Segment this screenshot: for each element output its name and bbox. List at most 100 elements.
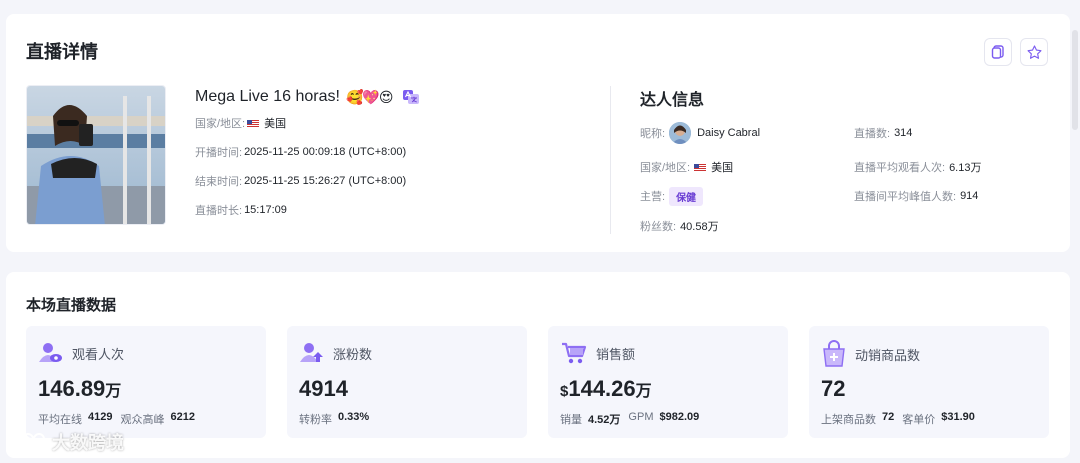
conversion-rate-label: 转粉率 [299,414,332,426]
avg-viewers-value: 6.13万 [949,162,982,174]
avatar-image [669,122,692,144]
stat-card-views: 观看人次 146.89万 平均在线 4129 观众高峰 6212 [26,326,266,438]
creator-region-text: 美国 [711,162,734,174]
avg-viewers-row: 直播平均观看人次: 6.13万 [854,154,981,180]
section-title-live-stats: 本场直播数据 [26,297,117,314]
units-sold-label: 销量 [560,414,582,426]
start-time-row: 开播时间: 2025-11-25 00:09:18 (UTC+8:00) [195,137,595,166]
stat-value-views: 146.89万 [38,376,121,402]
start-time-label: 开播时间: [195,146,243,159]
creator-followers-row: 粉丝数: 40.58万 [640,213,719,239]
shopping-bag-icon [823,340,845,367]
stat-sub-sales: 销量 4.52万 GPM $982.09 [560,411,701,427]
lives-value: 314 [894,127,913,139]
lives-label: 直播数: [854,128,891,140]
live-info: Mega Live 16 horas! 🥰💖😍 国家/地区: 美国 开播时间: … [195,86,595,224]
watermark-logo-icon [9,433,45,450]
stat-label-products: 动销商品数 [855,347,921,363]
sales-number: 144.26 [568,376,636,401]
live-cover-image[interactable] [26,85,166,225]
watermark: 大数跨境 [8,429,124,455]
end-time-value: 2025-11-25 15:26:27 (UTC+8:00) [244,174,407,187]
peak-audience-value: 6212 [170,411,195,423]
peak-audience-label: 观众高峰 [120,414,165,426]
live-stats-card: 本场直播数据 观看人次 146.89万 平均在线 4129 观众高峰 6212 [6,272,1070,458]
gpm-value: $982.09 [659,411,700,423]
live-title: Mega Live 16 horas! 🥰💖😍 [195,86,595,108]
start-time-value: 2025-11-25 00:09:18 (UTC+8:00) [244,145,407,158]
stat-head-followers: 涨粉数 [299,340,372,366]
duration-row: 直播时长: 15:17:09 [195,195,595,224]
follower-gain-icon [300,343,323,362]
creator-region-value: 美国 [694,159,733,175]
creator-avatar[interactable] [669,122,692,144]
viewers-icon [39,343,62,362]
region-label: 国家/地区: [195,117,246,130]
listed-products-label: 上架商品数 [821,414,876,426]
category-tag: 保健 [669,186,704,206]
stat-value-sales: $144.26万 [560,376,652,402]
copy-button[interactable] [984,38,1012,66]
live-title-emojis: 🥰💖😍 [345,88,393,105]
top-actions [984,38,1048,66]
avg-peak-row: 直播间平均峰值人数: 914 [854,183,978,209]
duration-value: 15:17:09 [244,203,287,216]
stat-card-sales: 销售额 $144.26万 销量 4.52万 GPM $982.09 [548,326,788,438]
stat-head-views: 观看人次 [38,340,124,366]
stat-head-sales: 销售额 [560,340,635,366]
stat-label-followers: 涨粉数 [333,346,373,362]
stat-card-followers: 涨粉数 4914 转粉率 0.33% [287,326,527,438]
avg-peak-label: 直播间平均峰值人数: [854,191,957,203]
conversion-rate-value: 0.33% [338,411,370,423]
stat-head-products: 动销商品数 [821,340,920,368]
views-number: 146.89 [38,376,106,401]
stat-sub-products: 上架商品数 72 客单价 $31.90 [821,411,977,427]
duration-label: 直播时长: [195,204,243,217]
region-row: 国家/地区: 美国 [195,108,595,137]
translate-icon [403,90,420,104]
lives-count-row: 直播数: 314 [854,120,912,146]
cover-photo [27,86,165,224]
avg-online-value: 4129 [88,411,113,423]
avg-viewers-label: 直播平均观看人次: [854,162,946,174]
region-value: 美国 [247,115,286,131]
creator-nickname-row: 昵称: Daisy Cabral [640,120,760,146]
listed-products-value: 72 [882,411,895,423]
stat-label-views: 观看人次 [72,346,125,362]
views-unit: 万 [105,383,122,400]
stat-value-followers: 4914 [299,376,348,401]
page-scrollbar[interactable] [1072,30,1078,130]
stat-label-sales: 销售额 [596,346,636,362]
gpm-label: GPM [628,411,654,423]
avg-peak-value: 914 [960,190,979,202]
nickname-label: 昵称: [640,128,666,140]
stat-card-products: 动销商品数 72 上架商品数 72 客单价 $31.90 [809,326,1049,438]
creator-info-title: 达人信息 [640,92,705,109]
watermark-text: 大数跨境 [52,433,124,453]
avg-order-label: 客单价 [902,414,936,426]
creator-region-row: 国家/地区: 美国 [640,154,733,180]
stat-sub-followers: 转粉率 0.33% [299,411,371,427]
creator-nickname[interactable]: Daisy Cabral [697,127,760,139]
category-label: 主营: [640,191,666,203]
region-text: 美国 [264,117,287,130]
end-time-label: 结束时间: [195,175,243,188]
translate-button[interactable] [402,89,420,105]
followers-label: 粉丝数: [640,221,677,233]
avg-online-label: 平均在线 [38,414,82,426]
creator-region-label: 国家/地区: [640,162,691,174]
us-flag-icon [247,119,260,128]
stat-value-products: 72 [821,376,846,401]
avg-order-value: $31.90 [941,411,975,423]
section-title-live-detail: 直播详情 [26,42,98,62]
live-title-text: Mega Live 16 horas! [195,88,340,105]
end-time-row: 结束时间: 2025-11-25 15:26:27 (UTC+8:00) [195,166,595,195]
favorite-button[interactable] [1020,38,1048,66]
cart-icon [562,342,587,364]
star-icon [1026,44,1042,59]
units-sold-value: 4.52万 [588,414,621,426]
sales-unit: 万 [635,383,652,400]
copy-icon [991,45,1004,59]
creator-category-row: 主营: 保健 [640,183,704,209]
us-flag-icon [694,164,707,173]
